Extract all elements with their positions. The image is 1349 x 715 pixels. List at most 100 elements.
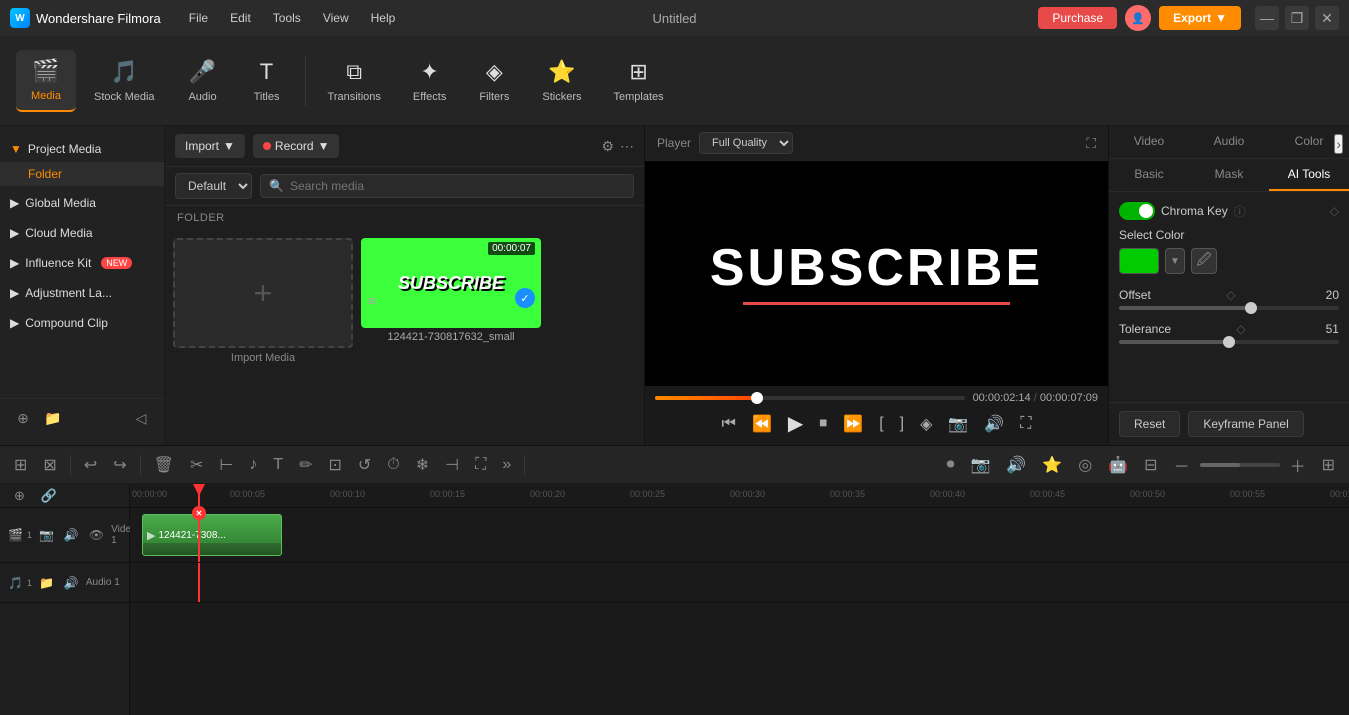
video1-eye-button[interactable]: 👁	[86, 527, 107, 543]
maximize-button[interactable]: ❐	[1285, 6, 1309, 30]
toolbar-stickers[interactable]: ⭐ Stickers	[528, 51, 595, 111]
sidebar-header-global-media[interactable]: ▶ Global Media	[0, 190, 164, 216]
tl-undo-button[interactable]: ↩	[78, 451, 103, 479]
tab-audio[interactable]: Audio	[1189, 126, 1269, 158]
tl-more-button[interactable]: »	[496, 452, 517, 478]
tl-record-button[interactable]: ⏺	[940, 452, 960, 478]
add-media-thumb[interactable]: +	[173, 238, 353, 348]
minimize-button[interactable]: —	[1255, 6, 1279, 30]
subtab-ai-tools[interactable]: AI Tools	[1269, 159, 1349, 191]
video1-camera-button[interactable]: 📷	[36, 527, 57, 543]
sidebar-header-project-media[interactable]: ▼ Project Media	[0, 136, 164, 162]
tolerance-reset-icon[interactable]: ◇	[1236, 322, 1245, 336]
subtab-mask[interactable]: Mask	[1189, 159, 1269, 191]
color-dropdown-button[interactable]: ▼	[1165, 248, 1185, 274]
toolbar-stock-media[interactable]: 🎵 Stock Media	[80, 51, 169, 111]
tl-effect-button[interactable]: ⭐	[1036, 451, 1068, 479]
progress-thumb[interactable]	[751, 392, 763, 404]
tl-magnet-button[interactable]: ⊠	[37, 451, 62, 479]
toolbar-transitions[interactable]: ⧉ Transitions	[314, 51, 395, 111]
menu-tools[interactable]: Tools	[263, 7, 311, 29]
filter-button[interactable]: ⚙	[601, 138, 614, 155]
tl-camera-button[interactable]: 📷	[965, 451, 997, 479]
toolbar-audio[interactable]: 🎤 Audio	[173, 51, 233, 111]
color-swatch[interactable]	[1119, 248, 1159, 274]
zoom-slider[interactable]	[1200, 463, 1280, 467]
audio1-folder-button[interactable]: 📁	[36, 575, 57, 591]
tl-ai-button[interactable]: 🤖	[1102, 451, 1134, 479]
search-input[interactable]	[290, 179, 625, 193]
keyframe-panel-button[interactable]: Keyframe Panel	[1188, 411, 1303, 437]
video-clip-block[interactable]: ▶ 124421-7308...	[142, 514, 282, 556]
add-video-track-button[interactable]: ⊕	[8, 484, 31, 508]
toolbar-titles[interactable]: T Titles	[237, 51, 297, 111]
menu-view[interactable]: View	[313, 7, 359, 29]
tl-trim-button[interactable]: ⊣	[439, 451, 465, 479]
subtab-basic[interactable]: Basic	[1109, 159, 1189, 191]
player-fullscreen-button[interactable]: ⛶	[1086, 135, 1096, 152]
tl-split-button[interactable]: ⊢	[213, 451, 239, 479]
tl-motion-button[interactable]: ◎	[1072, 451, 1098, 479]
tolerance-thumb[interactable]	[1223, 336, 1235, 348]
record-button[interactable]: Record ▼	[253, 134, 340, 158]
close-button[interactable]: ✕	[1315, 6, 1339, 30]
tl-audio-button[interactable]: ♪	[243, 452, 263, 478]
offset-slider[interactable]	[1119, 306, 1339, 310]
sidebar-header-compound-clip[interactable]: ▶ Compound Clip	[0, 310, 164, 336]
chroma-key-info-icon[interactable]: ⓘ	[1234, 203, 1246, 220]
quality-select[interactable]: Full Quality	[699, 132, 793, 154]
tab-video[interactable]: Video	[1109, 126, 1189, 158]
tl-pip-button[interactable]: ⊟	[1138, 451, 1163, 479]
stop-button[interactable]: ⏹	[816, 412, 830, 436]
user-avatar[interactable]: 👤	[1125, 5, 1151, 31]
play-button[interactable]: ▶	[785, 408, 806, 439]
offset-thumb[interactable]	[1245, 302, 1257, 314]
tl-zoom-out-button[interactable]: －	[1168, 449, 1196, 481]
audio1-mute-button[interactable]: 🔊	[61, 575, 82, 591]
right-panel-expand-button[interactable]: ›	[1334, 134, 1343, 154]
toolbar-effects[interactable]: ✦ Effects	[399, 51, 460, 111]
tolerance-slider[interactable]	[1119, 340, 1339, 344]
sort-select[interactable]: Default	[175, 173, 252, 199]
sidebar-header-cloud-media[interactable]: ▶ Cloud Media	[0, 220, 164, 246]
audio1-track-row[interactable]	[130, 563, 1349, 603]
progress-bar[interactable]	[655, 396, 965, 400]
tl-fullscreen-button[interactable]: ⛶	[469, 452, 492, 478]
fullscreen-button[interactable]: ⛶	[1017, 412, 1034, 436]
video1-mute-button[interactable]: 🔊	[61, 527, 82, 543]
tl-crop-button[interactable]: ⊡	[322, 451, 347, 479]
volume-button[interactable]: 🔊	[981, 411, 1007, 437]
tl-layout-button[interactable]: ⊞	[1316, 451, 1341, 479]
tl-audio-track-button[interactable]: 🔊	[1000, 451, 1032, 479]
mark-in-button[interactable]: [	[876, 412, 886, 436]
reset-button[interactable]: Reset	[1119, 411, 1180, 437]
chroma-key-reset-icon[interactable]: ◇	[1330, 204, 1339, 218]
add-marker-button[interactable]: ◈	[917, 411, 935, 437]
tl-cut-button[interactable]: ✂	[184, 451, 209, 479]
tl-grid-button[interactable]: ⊞	[8, 451, 33, 479]
new-folder-button[interactable]: 📁	[40, 405, 66, 431]
sidebar-folder-item[interactable]: Folder	[0, 162, 164, 186]
toolbar-media[interactable]: 🎬 Media	[16, 50, 76, 112]
menu-help[interactable]: Help	[361, 7, 406, 29]
purchase-button[interactable]: Purchase	[1038, 7, 1117, 29]
skip-back-button[interactable]: ⏮	[719, 412, 739, 436]
eyedropper-button[interactable]: 🖉	[1191, 248, 1217, 274]
sidebar-collapse-button[interactable]: ◁	[128, 405, 154, 431]
chroma-key-toggle[interactable]	[1119, 202, 1155, 220]
import-media-item[interactable]: + Import Media	[173, 238, 353, 364]
tl-draw-button[interactable]: ✏	[293, 451, 318, 479]
export-button[interactable]: Export ▼	[1159, 6, 1241, 30]
add-folder-button[interactable]: ⊕	[10, 405, 36, 431]
media-clip-item[interactable]: SUBSCRIBE 00:00:07 ≋ ✓ 124421-730817632_…	[361, 238, 541, 348]
tl-zoom-in-button[interactable]: ＋	[1284, 449, 1312, 481]
menu-file[interactable]: File	[179, 7, 218, 29]
import-button[interactable]: Import ▼	[175, 134, 245, 158]
mark-out-button[interactable]: ]	[897, 412, 907, 436]
tl-redo-button[interactable]: ↪	[107, 451, 132, 479]
sidebar-header-influence-kit[interactable]: ▶ Influence Kit NEW	[0, 250, 164, 276]
offset-reset-icon[interactable]: ◇	[1226, 288, 1235, 302]
more-options-button[interactable]: ⋯	[620, 138, 634, 155]
frame-back-button[interactable]: ⏪	[749, 411, 775, 437]
video1-track-row[interactable]: ▶ 124421-7308... ✕	[130, 508, 1349, 563]
